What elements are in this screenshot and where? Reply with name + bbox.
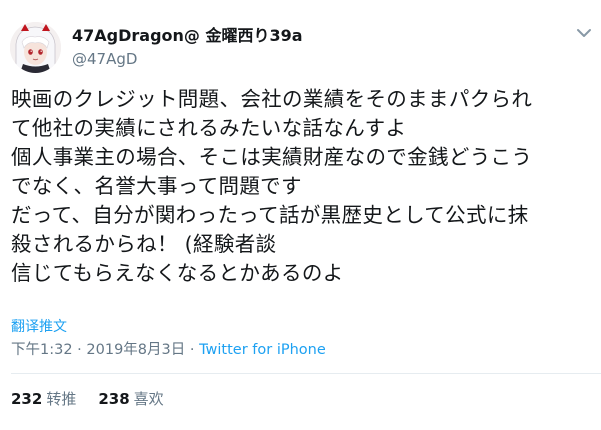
tweet-text-line: 殺されるからね！ (経験者談 xyxy=(11,232,277,256)
tweet-card: 47AgDragon@ 金曜西り39a @47AgD 映画のクレジット問題、会社… xyxy=(0,0,601,430)
user-handle[interactable]: @47AgD xyxy=(72,49,303,69)
tweet-menu-button[interactable] xyxy=(575,25,593,39)
display-name[interactable]: 47AgDragon@ 金曜西り39a xyxy=(72,26,303,46)
tweet-text-line: 個人事業主の場合、そこは実績財産なので金銭どうこう xyxy=(11,145,533,169)
tweet-text-line: 映画のクレジット問題、会社の業績をそのままパクられ xyxy=(11,87,533,111)
tweet-text: 映画のクレジット問題、会社の業績をそのままパクられ て他社の実績にされるみたいな… xyxy=(11,85,596,288)
retweets-stat[interactable]: 232 转推 xyxy=(11,390,76,408)
divider xyxy=(11,373,601,374)
anime-character-avatar-icon xyxy=(10,22,61,73)
meta-separator: · xyxy=(185,342,200,358)
retweets-label: 转推 xyxy=(46,390,77,408)
tweet-meta: 下午1:32 · 2019年8月3日 · Twitter for iPhone xyxy=(11,340,326,360)
likes-count: 238 xyxy=(98,390,130,408)
tweet-text-line: 信じてもらえなくなるとかあるのよ xyxy=(11,261,344,285)
tweet-text-line: て他社の実績にされるみたいな話なんすよ xyxy=(11,116,407,140)
user-block[interactable]: 47AgDragon@ 金曜西り39a @47AgD xyxy=(72,26,303,69)
translate-tweet-link[interactable]: 翻译推文 xyxy=(11,318,67,336)
tweet-source-link[interactable]: Twitter for iPhone xyxy=(199,342,326,358)
chevron-down-icon xyxy=(577,29,591,37)
retweets-count: 232 xyxy=(11,390,43,408)
tweet-text-line: でなく、名誉大事って問題です xyxy=(11,174,302,198)
likes-label: 喜欢 xyxy=(133,390,164,408)
meta-separator: · xyxy=(72,342,87,358)
tweet-time[interactable]: 下午1:32 xyxy=(11,342,73,358)
tweet-stats: 232 转推 238 喜欢 xyxy=(11,389,164,409)
tweet-text-line: だって、自分が関わったって話が黒歴史として公式に抹 xyxy=(11,203,529,227)
likes-stat[interactable]: 238 喜欢 xyxy=(98,390,163,408)
avatar[interactable] xyxy=(10,22,61,73)
tweet-date[interactable]: 2019年8月3日 xyxy=(86,342,185,358)
